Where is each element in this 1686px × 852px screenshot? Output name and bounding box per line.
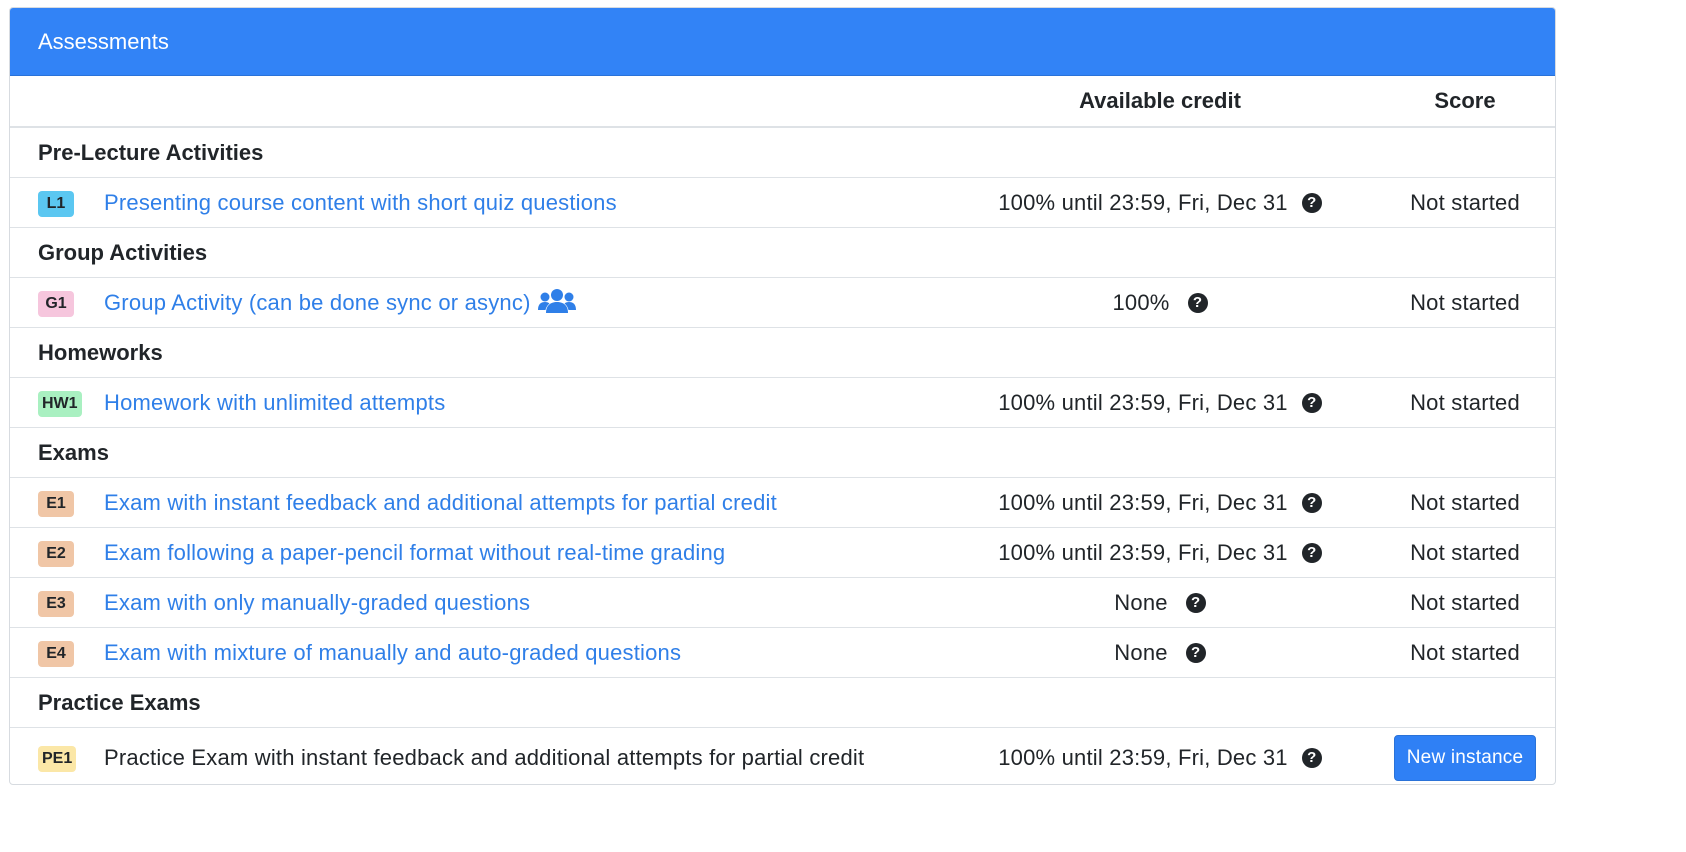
score-text: Not started — [1375, 277, 1555, 328]
assessment-row: E4 Exam with mixture of manually and aut… — [10, 627, 1555, 678]
section-row: Practice Exams — [10, 677, 1555, 728]
credit-text: 100% until 23:59, Fri, Dec 31 — [998, 189, 1288, 215]
question-circle-icon[interactable]: ? — [1301, 747, 1322, 768]
section-row: Pre-Lecture Activities — [10, 126, 1555, 178]
assessment-badge: E1 — [38, 491, 74, 517]
question-circle-icon[interactable]: ? — [1185, 642, 1206, 663]
users-icon — [537, 288, 576, 313]
score-text: Not started — [1375, 177, 1555, 228]
credit-column-header: Available credit — [945, 76, 1375, 128]
assessments-table: Available credit Score Pre-Lecture Activ… — [10, 76, 1555, 784]
score-text: Not started — [1375, 377, 1555, 428]
new-instance-button[interactable]: New instance — [1393, 734, 1537, 781]
section-heading: Pre-Lecture Activities — [10, 126, 1555, 178]
credit-text: None — [1114, 639, 1168, 665]
assessment-badge: E3 — [38, 591, 74, 617]
assessment-row: G1 Group Activity (can be done sync or a… — [10, 277, 1555, 328]
section-row: Group Activities — [10, 227, 1555, 278]
section-heading: Homeworks — [10, 327, 1555, 378]
score-text: Not started — [1375, 477, 1555, 528]
credit-text: None — [1114, 589, 1168, 615]
question-circle-icon[interactable]: ? — [1187, 292, 1208, 313]
score-text: Not started — [1375, 527, 1555, 578]
assessment-row: E2 Exam following a paper-pencil format … — [10, 527, 1555, 578]
assessment-link[interactable]: Presenting course content with short qui… — [104, 190, 617, 216]
credit-text: 100% until 23:59, Fri, Dec 31 — [998, 744, 1288, 770]
assessment-link[interactable]: Exam with mixture of manually and auto-g… — [104, 640, 681, 666]
assessment-badge: L1 — [38, 191, 74, 217]
section-row: Homeworks — [10, 327, 1555, 378]
score-text: Not started — [1375, 627, 1555, 678]
assessment-link[interactable]: Homework with unlimited attempts — [104, 390, 445, 416]
assessment-link[interactable]: Exam with only manually-graded questions — [104, 590, 530, 616]
score-column-header: Score — [1375, 76, 1555, 128]
section-heading: Group Activities — [10, 227, 1555, 278]
assessment-row: L1 Presenting course content with short … — [10, 177, 1555, 228]
assessment-row: PE1 Practice Exam with instant feedback … — [10, 727, 1555, 784]
panel-title: Assessments — [10, 8, 1555, 76]
credit-text: 100% until 23:59, Fri, Dec 31 — [998, 389, 1288, 415]
assessments-panel: Assessments Available credit Score Pre-L… — [9, 7, 1556, 785]
score-text: Not started — [1375, 577, 1555, 628]
credit-text: 100% — [1112, 289, 1170, 315]
assessment-badge: HW1 — [38, 391, 82, 417]
question-circle-icon[interactable]: ? — [1301, 492, 1322, 513]
question-circle-icon[interactable]: ? — [1301, 542, 1322, 563]
assessment-row: HW1 Homework with unlimited attempts 100… — [10, 377, 1555, 428]
question-circle-icon[interactable]: ? — [1301, 392, 1322, 413]
assessment-badge: E2 — [38, 541, 74, 567]
assessment-badge: G1 — [38, 291, 74, 317]
assessment-row: E1 Exam with instant feedback and additi… — [10, 477, 1555, 528]
name-column-header — [10, 76, 945, 128]
table-header-row: Available credit Score — [10, 76, 1555, 128]
section-heading: Practice Exams — [10, 677, 1555, 728]
assessment-badge: E4 — [38, 641, 74, 667]
assessment-link[interactable]: Group Activity (can be done sync or asyn… — [104, 290, 531, 316]
section-heading: Exams — [10, 427, 1555, 478]
question-circle-icon[interactable]: ? — [1301, 192, 1322, 213]
assessment-link[interactable]: Exam with instant feedback and additiona… — [104, 490, 777, 516]
credit-text: 100% until 23:59, Fri, Dec 31 — [998, 539, 1288, 565]
assessment-link[interactable]: Exam following a paper-pencil format wit… — [104, 540, 725, 566]
section-row: Exams — [10, 427, 1555, 478]
assessment-title: Practice Exam with instant feedback and … — [104, 744, 865, 770]
assessment-row: E3 Exam with only manually-graded questi… — [10, 577, 1555, 628]
credit-text: 100% until 23:59, Fri, Dec 31 — [998, 489, 1288, 515]
assessment-badge: PE1 — [38, 746, 77, 772]
question-circle-icon[interactable]: ? — [1185, 592, 1206, 613]
